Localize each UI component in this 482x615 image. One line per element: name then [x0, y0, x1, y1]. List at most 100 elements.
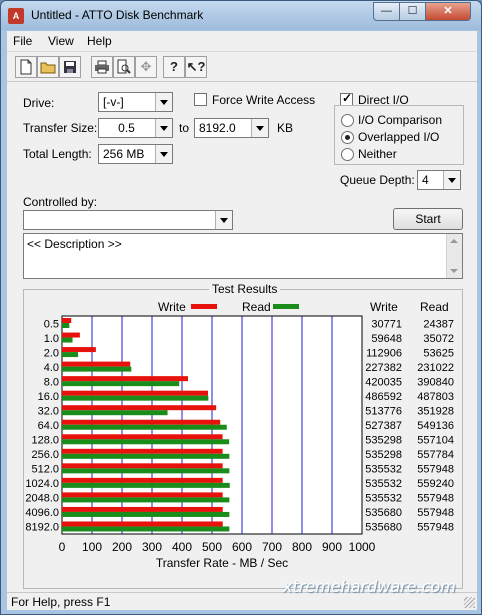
chevron-down-icon: [215, 211, 232, 229]
overlapped-io-label: Overlapped I/O: [358, 130, 440, 144]
queue-depth-select[interactable]: 4: [417, 170, 461, 190]
read-bar: [62, 410, 168, 416]
read-value-label: 487803: [417, 391, 454, 403]
scroll-up-icon[interactable]: [450, 239, 458, 243]
x-tick-label: 200: [112, 540, 132, 554]
write-bar: [62, 463, 223, 469]
read-value-label: 549136: [417, 420, 454, 432]
write-bar: [62, 477, 223, 483]
transfer-min-select[interactable]: 0.5: [98, 118, 173, 138]
x-tick-label: 600: [232, 540, 252, 554]
description-textarea[interactable]: << Description >>: [23, 233, 463, 279]
watermark-text: xtremehardware.com: [283, 577, 456, 596]
controlled-by-select[interactable]: [23, 210, 233, 230]
open-folder-icon[interactable]: [37, 56, 59, 78]
read-bar: [62, 366, 132, 372]
help-icon[interactable]: ?: [163, 56, 185, 78]
x-tick-label: 800: [292, 540, 312, 554]
new-file-icon[interactable]: [15, 56, 37, 78]
write-value-label: 486592: [365, 391, 402, 403]
neither-radio[interactable]: [341, 148, 354, 161]
read-value-label: 390840: [417, 376, 454, 388]
write-bar: [62, 419, 221, 425]
write-value-label: 535680: [365, 507, 402, 519]
category-label: 1024.0: [25, 478, 59, 490]
x-tick-label: 500: [202, 540, 222, 554]
write-value-label: 535532: [365, 478, 402, 490]
write-bar: [62, 318, 72, 323]
chevron-down-icon: [155, 119, 172, 137]
drive-select[interactable]: [-v-]: [98, 92, 173, 112]
read-value-label: 557948: [417, 522, 454, 534]
start-button[interactable]: Start: [393, 208, 463, 230]
menu-bar: File View Help: [7, 31, 477, 51]
x-tick-label: 1000: [349, 540, 376, 554]
read-value-label: 559240: [417, 478, 454, 490]
write-bar: [62, 376, 188, 382]
write-value-label: 535532: [365, 464, 402, 476]
write-value-label: 59648: [371, 333, 402, 345]
read-bar: [62, 468, 230, 474]
x-tick-label: 900: [322, 540, 342, 554]
x-axis-label: Transfer Rate - MB / Sec: [156, 556, 288, 570]
category-label: 256.0: [31, 449, 59, 461]
transfer-max-select[interactable]: 8192.0: [194, 118, 269, 138]
write-bar: [62, 521, 223, 527]
category-label: 128.0: [31, 435, 59, 447]
write-value-label: 527387: [365, 420, 402, 432]
category-label: 4.0: [44, 362, 59, 374]
window-title: Untitled - ATTO Disk Benchmark: [31, 8, 204, 22]
io-comparison-radio[interactable]: [341, 114, 354, 127]
write-bar: [62, 390, 208, 396]
overlapped-io-radio[interactable]: [341, 131, 354, 144]
menu-help[interactable]: Help: [87, 34, 112, 48]
read-value-label: 557948: [417, 507, 454, 519]
close-button[interactable]: ✕: [425, 2, 471, 21]
resize-grip[interactable]: [464, 597, 475, 608]
queue-depth-label: Queue Depth:: [340, 173, 415, 187]
write-value-label: 30771: [371, 318, 402, 330]
read-value-label: 557104: [417, 435, 454, 447]
maximize-button[interactable]: ☐: [399, 2, 426, 21]
menu-view[interactable]: View: [48, 34, 74, 48]
app-window: A Untitled - ATTO Disk Benchmark — ☐ ✕ F…: [0, 0, 482, 615]
io-mode-group: I/O Comparison Overlapped I/O Neither: [334, 105, 464, 165]
description-scrollbar[interactable]: [446, 234, 462, 278]
read-value-label: 24387: [423, 318, 454, 330]
write-bar: [62, 332, 80, 338]
read-bar: [62, 424, 227, 430]
write-value-label: 112906: [366, 347, 402, 359]
print-icon[interactable]: [91, 56, 113, 78]
read-bar: [62, 395, 209, 401]
transfer-max-value: 8192.0: [199, 121, 236, 135]
read-value-label: 231022: [417, 362, 454, 374]
category-label: 64.0: [38, 420, 59, 432]
context-help-icon[interactable]: ↖?: [185, 56, 207, 78]
x-tick-label: 300: [142, 540, 162, 554]
kb-label: KB: [277, 121, 294, 135]
description-text: << Description >>: [27, 237, 122, 251]
move-icon[interactable]: ✥: [135, 56, 157, 78]
menu-file[interactable]: File: [13, 34, 32, 48]
status-text: For Help, press F1: [11, 595, 111, 609]
title-bar[interactable]: A Untitled - ATTO Disk Benchmark — ☐ ✕: [1, 1, 481, 30]
to-label: to: [179, 121, 190, 135]
read-value-label: 557948: [417, 464, 454, 476]
controlled-by-label: Controlled by:: [23, 195, 98, 209]
write-value-label: 535298: [365, 449, 402, 461]
write-bar: [62, 434, 223, 440]
category-label: 4096.0: [25, 507, 59, 519]
save-icon[interactable]: [59, 56, 81, 78]
read-bar: [62, 381, 180, 387]
read-value-label: 351928: [417, 405, 454, 417]
total-length-select[interactable]: 256 MB: [98, 144, 173, 164]
scroll-down-icon[interactable]: [450, 269, 458, 273]
force-write-checkbox[interactable]: [194, 93, 207, 106]
read-bar: [62, 337, 73, 343]
read-value-label: 53625: [423, 347, 454, 359]
print-preview-icon[interactable]: [113, 56, 135, 78]
write-value-label: 227382: [365, 362, 402, 374]
category-label: 512.0: [31, 464, 59, 476]
minimize-button[interactable]: —: [373, 2, 400, 21]
write-bar: [62, 361, 131, 367]
